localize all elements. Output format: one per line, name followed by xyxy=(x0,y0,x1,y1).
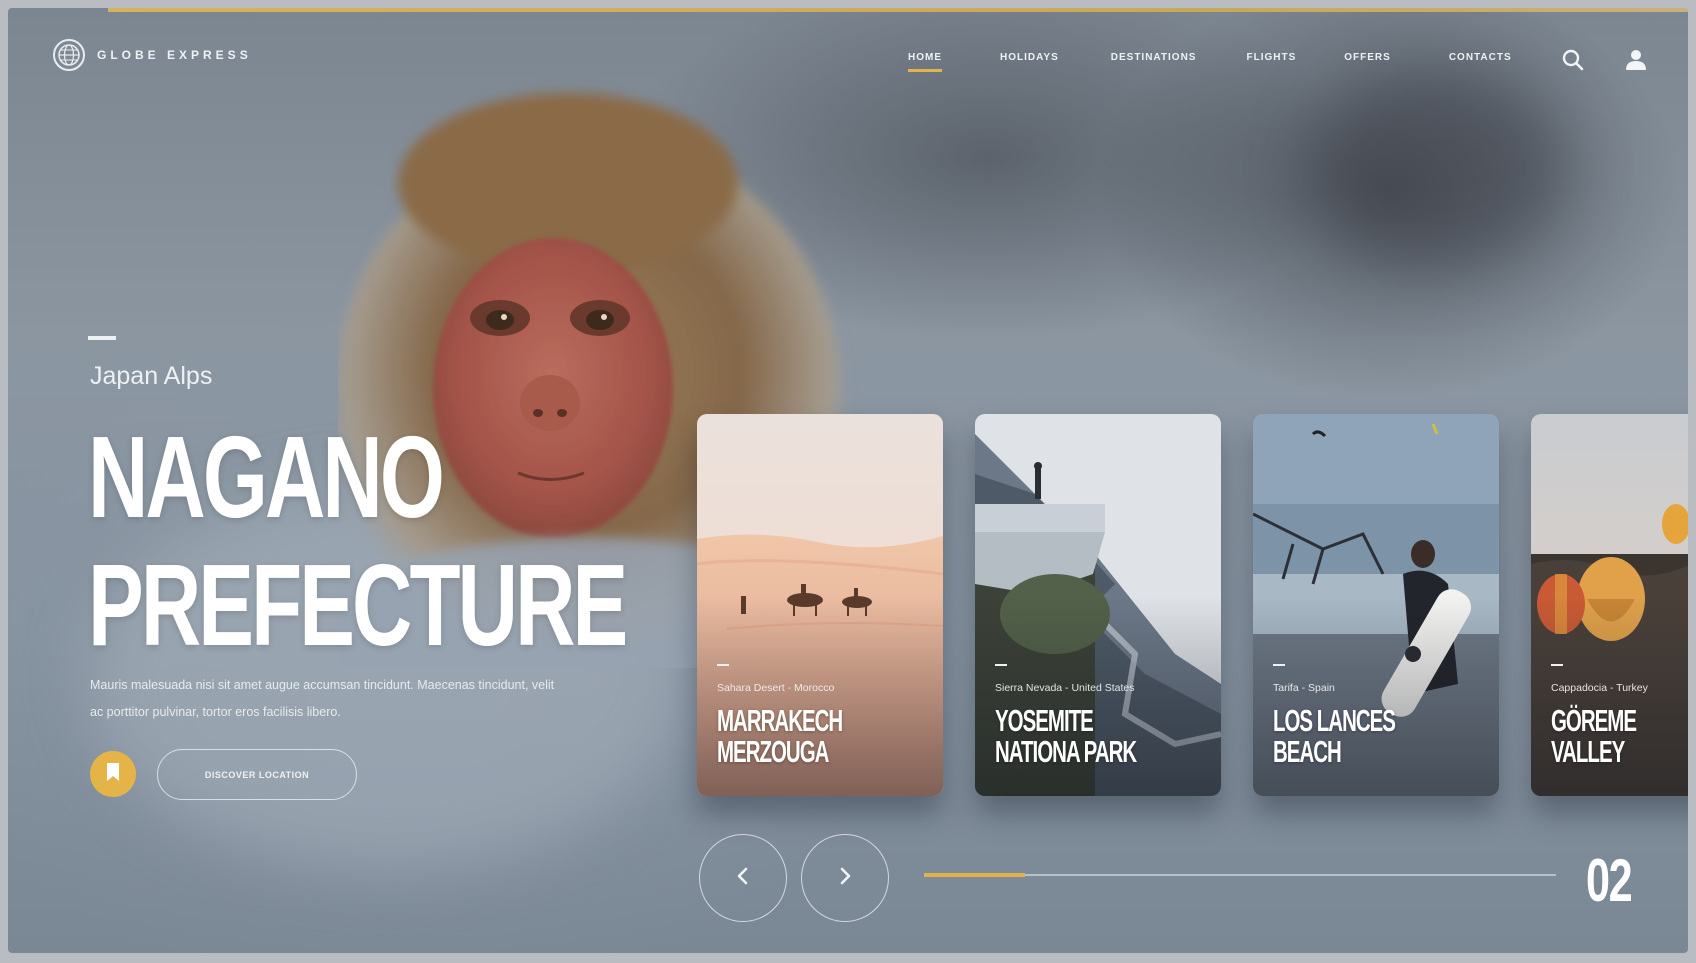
card-title-line1: YOSEMITE xyxy=(995,703,1094,738)
accent-top-line xyxy=(108,8,1688,12)
card-dash xyxy=(995,664,1007,666)
page-frame: GLOBE EXPRESS Home Holidays Destinations… xyxy=(8,8,1688,953)
brand-logo[interactable]: GLOBE EXPRESS xyxy=(53,39,252,71)
hero-title: NAGANO PREFECTURE xyxy=(88,412,628,670)
user-icon[interactable] xyxy=(1624,48,1648,72)
card-title: LOS LANCES BEACH xyxy=(1273,705,1471,767)
bookmark-button[interactable] xyxy=(90,751,136,797)
slider-progress xyxy=(924,873,1556,877)
card-location: Cappadocia - Turkey xyxy=(1551,682,1648,694)
prev-slide-button[interactable] xyxy=(699,834,787,922)
card-title: MARRAKECH MERZOUGA xyxy=(717,705,915,767)
card-location: Sahara Desert - Morocco xyxy=(717,682,835,694)
hero-description: Mauris malesuada nisi sit amet augue acc… xyxy=(90,678,555,719)
chevron-left-icon xyxy=(736,867,750,890)
nav-item-flights[interactable]: Flights xyxy=(1246,52,1296,63)
chevron-right-icon xyxy=(838,867,852,890)
destination-card-los-lances[interactable]: Tarifa - Spain LOS LANCES BEACH xyxy=(1253,414,1499,796)
slide-number: 02 xyxy=(1586,847,1633,914)
hero-subtitle: Japan Alps xyxy=(90,362,213,390)
card-title-line2: BEACH xyxy=(1273,734,1342,769)
hero-title-line2: PREFECTURE xyxy=(88,540,628,670)
card-title-line1: LOS LANCES xyxy=(1273,703,1396,738)
card-title: GÖREME VALLEY xyxy=(1551,705,1688,767)
card-location: Sierra Nevada - United States xyxy=(995,682,1135,694)
nav-item-destinations[interactable]: Destinations xyxy=(1111,52,1197,63)
nav-item-holidays[interactable]: Holidays xyxy=(1000,52,1059,63)
card-title: YOSEMITE NATIONA PARK xyxy=(995,705,1193,767)
card-location: Tarifa - Spain xyxy=(1273,682,1335,694)
card-title-line1: MARRAKECH xyxy=(717,703,843,738)
main-nav: Home Holidays Destinations Flights Offer… xyxy=(908,52,1512,72)
background-monkey-blur xyxy=(1308,68,1568,268)
nav-item-offers[interactable]: Offers xyxy=(1344,52,1391,63)
bookmark-icon xyxy=(105,762,121,787)
card-dash xyxy=(717,664,729,666)
brand-name: GLOBE EXPRESS xyxy=(97,48,252,62)
card-dash xyxy=(1551,664,1563,666)
card-title-line2: MERZOUGA xyxy=(717,734,829,769)
nav-item-home[interactable]: Home xyxy=(908,52,942,72)
slider-progress-fill xyxy=(924,873,1026,877)
globe-icon xyxy=(53,39,85,71)
card-title-line1: GÖREME xyxy=(1551,703,1637,738)
card-dash xyxy=(1273,664,1285,666)
search-icon[interactable] xyxy=(1561,48,1585,72)
next-slide-button[interactable] xyxy=(801,834,889,922)
nav-item-contacts[interactable]: Contacts xyxy=(1449,52,1512,63)
discover-location-button[interactable]: Discover Location xyxy=(157,749,357,800)
card-title-line2: NATIONA PARK xyxy=(995,734,1137,769)
hero-dash xyxy=(88,336,116,340)
card-title-line2: VALLEY xyxy=(1551,734,1625,769)
destination-card-goreme[interactable]: Cappadocia - Turkey GÖREME VALLEY xyxy=(1531,414,1688,796)
destination-card-marrakech[interactable]: Sahara Desert - Morocco MARRAKECH MERZOU… xyxy=(697,414,943,796)
destination-card-yosemite[interactable]: Sierra Nevada - United States YOSEMITE N… xyxy=(975,414,1221,796)
hero-title-line1: NAGANO xyxy=(88,412,445,542)
